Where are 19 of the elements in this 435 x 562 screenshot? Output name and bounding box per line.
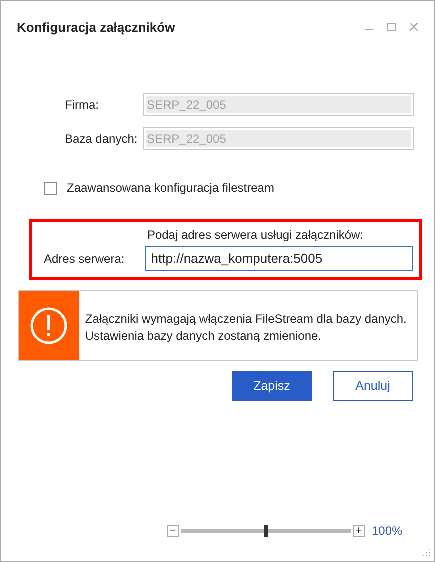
server-address-field[interactable]: http://nazwa_komputera:5005 [145, 246, 413, 271]
zoom-out-button[interactable]: − [167, 525, 179, 537]
prompt-text: Podaj adres serwera usługi załączników: [146, 228, 365, 242]
zoom-in-button[interactable]: + [353, 525, 365, 537]
save-button[interactable]: Zapisz [232, 371, 312, 401]
field-label: Firma: [65, 98, 100, 112]
zoom-reading: 100% [372, 524, 403, 538]
field-label: Adres serwera: [43, 252, 126, 266]
cancel-button[interactable]: Anuluj [333, 371, 413, 401]
close-icon[interactable] [410, 23, 418, 31]
alert-message: Załączniki wymagają włączenia FileStream dla bazy danych. Ustawienia bazy danych zostaną zmienione. [84, 311, 408, 345]
maximize-icon[interactable] [387, 23, 396, 31]
checkbox[interactable] [44, 182, 57, 194]
slider-thumb[interactable] [264, 525, 268, 537]
warning-icon [30, 306, 68, 344]
field-label: Baza danych: [65, 132, 139, 146]
checkbox-label: Zaawansowana konfiguracja filestream [67, 181, 274, 195]
resize-grip-icon[interactable] [422, 549, 431, 558]
window-title: Konfiguracja załączników [17, 20, 176, 34]
